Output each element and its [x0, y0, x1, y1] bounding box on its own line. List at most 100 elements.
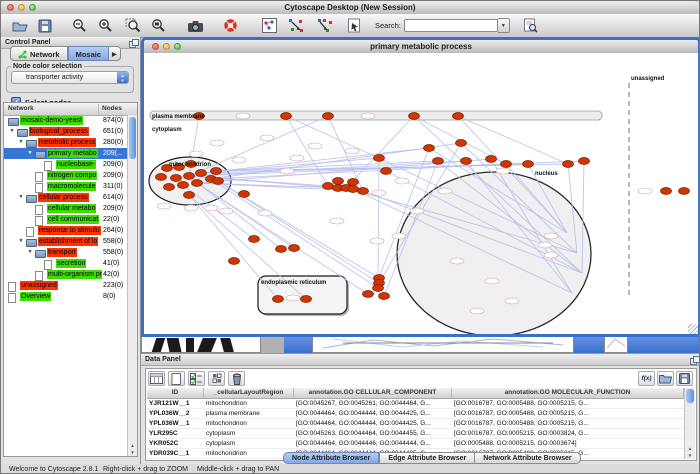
resize-grip-icon[interactable]	[688, 324, 698, 334]
file-icon	[44, 260, 52, 270]
open-folder-icon	[12, 19, 28, 33]
status-pan-hint: Middle-click + drag to PAN	[197, 466, 279, 473]
tree-row[interactable]: nucleobase-209(0)	[4, 159, 128, 170]
node-label	[189, 151, 203, 157]
annotation-button[interactable]	[344, 16, 365, 36]
folder-icon	[8, 118, 19, 126]
node-label	[330, 218, 344, 224]
float-data-panel-icon[interactable]	[690, 356, 698, 364]
node-color-dropdown[interactable]: transporter activity ▲▼	[11, 71, 129, 84]
network-canvas[interactable]: plasma membranecytoplasmmitochondrionnuc…	[144, 53, 698, 334]
tab-mosaic[interactable]: Mosaic	[68, 46, 109, 61]
table-scrollbar[interactable]: ▲ ▼	[684, 388, 695, 459]
tree-row[interactable]: mosaic-demo-yeast874(0)	[4, 115, 128, 126]
scroll-up-icon[interactable]: ▲	[128, 443, 137, 448]
tree-row[interactable]: ▼primary metabo209(...	[4, 148, 128, 159]
tree-row[interactable]: Overview8(0)	[4, 291, 128, 302]
tree-row[interactable]: ▼transport558(0)	[4, 247, 128, 258]
table-row[interactable]: YKR052Ccytoplasm[GO:0044464, GO:0044446,…	[147, 439, 685, 449]
export-attributes-button[interactable]	[676, 371, 693, 386]
table-scroll-up-icon[interactable]: ▲	[685, 446, 695, 451]
node-label	[496, 168, 510, 174]
file-icon	[8, 293, 16, 303]
column-header[interactable]: _cellularLayoutRegion	[204, 388, 294, 398]
table-row[interactable]: YPL036W__2plasma membrane[GO:0044464, GO…	[147, 409, 685, 419]
node-label	[410, 208, 424, 214]
tree-row[interactable]: nitrogen compo209(0)	[4, 170, 128, 181]
zoom-out-button[interactable]	[69, 16, 90, 36]
scroll-down-icon[interactable]: ▼	[128, 450, 137, 455]
layout-button-1[interactable]	[286, 16, 307, 36]
table-cell: [GO:0044464, GO:0044444, GO:0044425, G..…	[294, 409, 452, 418]
snapshot-button[interactable]	[185, 16, 206, 36]
network-window-titlebar[interactable]: primary metabolic process	[144, 40, 698, 54]
table-scrollbar-thumb[interactable]	[686, 389, 694, 403]
zoom-fit-button[interactable]	[148, 16, 169, 36]
batch-edit-button[interactable]	[188, 371, 205, 386]
tree-row[interactable]: cell communicat22(0)	[4, 214, 128, 225]
column-header[interactable]: annotation.GO MOLECULAR_FUNCTION	[452, 388, 684, 398]
tree-scrollbar[interactable]: ▲ ▼	[127, 115, 137, 456]
node-label	[450, 258, 464, 264]
table-row[interactable]: YLR295Ccytoplasm[GO:0045263, GO:0044464,…	[147, 429, 685, 439]
formula-builder-button[interactable]: f(x)	[638, 371, 655, 386]
node	[381, 168, 392, 175]
expand-arrow-icon[interactable]: ▼	[26, 148, 34, 159]
tree-row[interactable]: ▼metabolic process280(0)	[4, 137, 128, 148]
tab-edge-attribute-browser[interactable]: Edge Attribute Browser	[379, 452, 475, 464]
network-graph[interactable]: plasma membranecytoplasmmitochondrionnuc…	[147, 53, 695, 334]
tab-overflow-button[interactable]: ▶	[109, 46, 121, 61]
import-attributes-button[interactable]	[657, 371, 674, 386]
tab-network-attribute-browser[interactable]: Network Attribute Browser	[475, 452, 580, 464]
search-dropdown-button[interactable]: ▼	[498, 18, 510, 33]
expand-arrow-icon[interactable]: ▼	[17, 192, 25, 203]
node-label	[505, 298, 519, 304]
expand-arrow-icon[interactable]: ▼	[26, 247, 34, 258]
tree-row[interactable]: ▼biological_process651(0)	[4, 126, 128, 137]
search-input[interactable]	[404, 19, 498, 32]
delete-attribute-button[interactable]	[228, 371, 245, 386]
column-header[interactable]: ID	[147, 388, 204, 398]
tree-row-count: 8(0)	[103, 291, 115, 302]
tab-network[interactable]: Network	[10, 46, 68, 61]
float-panel-icon[interactable]	[129, 39, 137, 47]
expand-arrow-icon[interactable]: ▼	[17, 137, 25, 148]
zoom-selected-button[interactable]	[122, 16, 143, 36]
table-row[interactable]: YJR121W__1mitochondrion[GO:0045267, GO:0…	[147, 399, 685, 409]
control-panel-title: Control Panel	[5, 39, 51, 46]
table-row[interactable]: YPL036W__1mitochondrion[GO:0044464, GO:0…	[147, 419, 685, 429]
table-cell: [GO:0016787, GO:0005488, GO:0005215, G..…	[452, 399, 684, 408]
tab-node-attribute-browser[interactable]: Node Attribute Browser	[283, 452, 379, 464]
expand-arrow-icon[interactable]: ▼	[8, 126, 16, 137]
expand-arrow-icon[interactable]: ▼	[17, 236, 25, 247]
tree-row[interactable]: multi-organism pro42(0)	[4, 269, 128, 280]
table-scroll-down-icon[interactable]: ▼	[685, 453, 695, 458]
tree-row[interactable]: ▼cellular process614(0)	[4, 192, 128, 203]
tree-row-count: 874(0)	[103, 115, 123, 126]
zoom-in-button[interactable]	[95, 16, 116, 36]
save-session-button[interactable]	[34, 16, 55, 36]
create-attribute-button[interactable]	[168, 371, 185, 386]
tree-row[interactable]: macromolecule311(0)	[4, 181, 128, 192]
tree-scrollbar-thumb[interactable]	[129, 117, 136, 159]
tree-row[interactable]: ▼establishment of lo558(0)	[4, 236, 128, 247]
overview-button[interactable]	[259, 16, 280, 36]
column-header[interactable]: annotation.GO CELLULAR_COMPONENT	[294, 388, 452, 398]
tree-row[interactable]: cellular metabo209(0)	[4, 203, 128, 214]
data-panel-title: Data Panel	[145, 356, 181, 363]
select-attributes-button[interactable]	[148, 371, 165, 386]
open-session-button[interactable]	[9, 16, 30, 36]
tree-row[interactable]: response to stimulu264(0)	[4, 225, 128, 236]
matrix-view-button[interactable]	[208, 371, 225, 386]
table-cell: [GO:0005488, GO:0005215, GO:0003674]	[452, 439, 684, 448]
layout-button-2[interactable]	[315, 16, 336, 36]
node	[661, 188, 672, 195]
attribute-grid-icon	[150, 373, 163, 384]
help-button[interactable]	[220, 16, 241, 36]
tree-row[interactable]: secretion41(0)	[4, 258, 128, 269]
node	[249, 236, 260, 243]
tree-row[interactable]: unassigned223(0)	[4, 280, 128, 291]
checklist-icon	[190, 373, 203, 385]
search-config-button[interactable]	[520, 16, 541, 36]
node	[192, 180, 203, 187]
